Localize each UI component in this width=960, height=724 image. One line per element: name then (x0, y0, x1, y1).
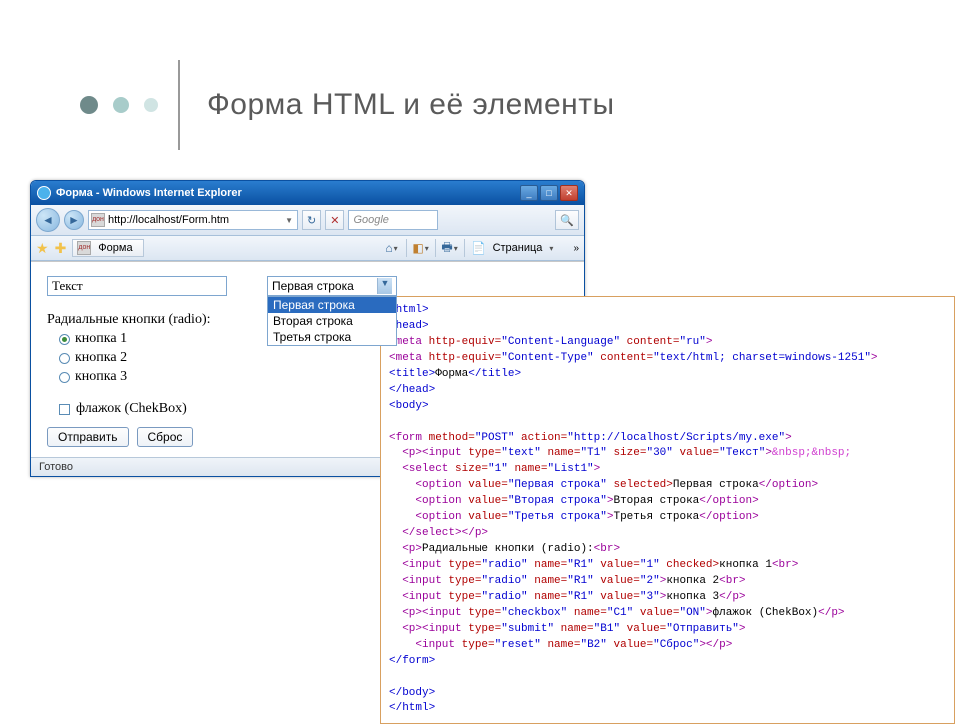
search-placeholder: Google (353, 214, 388, 226)
status-text: Готово (39, 461, 73, 473)
source-code-panel: <html> <head> <meta http-equiv="Content-… (380, 296, 955, 724)
page-menu-icon[interactable]: 📄 (471, 240, 487, 256)
minimize-button[interactable]: _ (520, 185, 538, 201)
search-go-button[interactable]: 🔍 (555, 210, 579, 230)
add-favorite-icon[interactable]: ✚ (55, 240, 67, 257)
radio-icon[interactable] (59, 334, 70, 345)
radio-icon[interactable] (59, 353, 70, 364)
select-option[interactable]: Первая строка (268, 297, 396, 313)
page-menu-label[interactable]: Страница (493, 242, 543, 254)
bullet-dot-2 (113, 97, 129, 113)
title-divider (178, 60, 180, 150)
browser-tab[interactable]: дон Форма (72, 239, 143, 257)
window-title: Форма - Windows Internet Explorer (56, 187, 242, 199)
toolbar-sep (464, 239, 465, 257)
tab-favicon-icon: дон (77, 241, 91, 255)
home-icon[interactable]: ⌂▾ (384, 240, 400, 256)
favicon-icon: дон (91, 213, 105, 227)
bullet-dot-1 (80, 96, 98, 114)
radio-label: кнопка 2 (75, 350, 127, 366)
print-icon[interactable]: 🖶▾ (442, 240, 458, 256)
select-dropdown[interactable]: Первая строка Вторая строка Третья строк… (267, 296, 397, 346)
radio-label: кнопка 3 (75, 369, 127, 385)
overflow-icon[interactable]: » (573, 243, 579, 254)
stop-button[interactable]: ✕ (325, 210, 344, 230)
url-text: http://localhost/Form.htm (108, 214, 229, 226)
select-option[interactable]: Третья строка (268, 329, 396, 345)
favorites-star-icon[interactable]: ★ (36, 240, 49, 257)
forward-button[interactable]: ► (64, 210, 84, 230)
refresh-button[interactable]: ↻ (302, 210, 321, 230)
search-input[interactable]: Google (348, 210, 438, 230)
reset-button[interactable]: Сброс (137, 427, 194, 447)
command-toolbar: ★ ✚ дон Форма ⌂▾ ◧▾ 🖶▾ 📄 Страница▾ » (31, 236, 584, 261)
select-value: Первая строка (272, 279, 354, 293)
titlebar[interactable]: Форма - Windows Internet Explorer _ □ ✕ (31, 181, 584, 205)
checkbox-label: флажок (ChekBox) (76, 401, 187, 417)
maximize-button[interactable]: □ (540, 185, 558, 201)
toolbar-sep (406, 239, 407, 257)
tab-label: Форма (98, 242, 132, 254)
nav-toolbar: ◄ ► дон http://localhost/Form.htm ▼ ↻ ✕ … (31, 205, 584, 236)
feeds-icon[interactable]: ◧▾ (413, 240, 429, 256)
bullet-dot-3 (144, 98, 158, 112)
select-option[interactable]: Вторая строка (268, 313, 396, 329)
toolbar-sep (435, 239, 436, 257)
text-input[interactable] (47, 276, 227, 296)
address-bar[interactable]: дон http://localhost/Form.htm ▼ (88, 210, 298, 230)
select-dropdown-icon[interactable]: ▼ (377, 278, 392, 294)
slide-title: Форма HTML и её элементы (207, 88, 615, 122)
submit-button[interactable]: Отправить (47, 427, 129, 447)
back-button[interactable]: ◄ (36, 208, 60, 232)
select-list[interactable]: Первая строка ▼ Первая строка Вторая стр… (267, 276, 397, 296)
address-dropdown-icon[interactable]: ▼ (283, 216, 295, 225)
close-button[interactable]: ✕ (560, 185, 578, 201)
ie-icon (37, 186, 51, 200)
checkbox-icon[interactable] (59, 404, 70, 415)
slide-header: Форма HTML и её элементы (80, 60, 930, 150)
radio-label: кнопка 1 (75, 331, 127, 347)
radio-icon[interactable] (59, 372, 70, 383)
